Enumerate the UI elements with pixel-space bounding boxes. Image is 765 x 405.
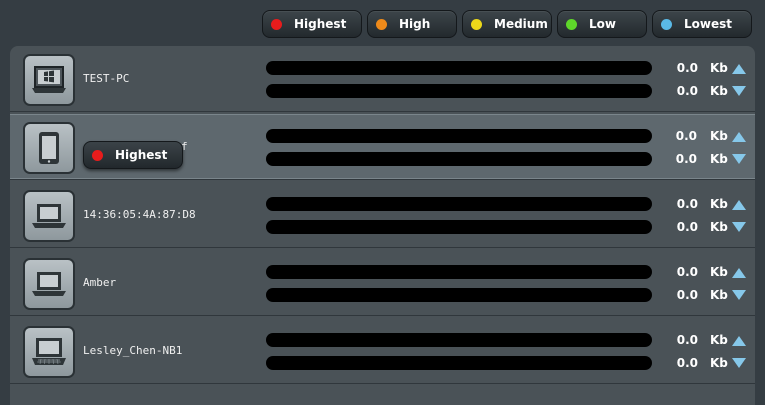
upload-unit: Kb xyxy=(710,265,728,279)
download-bar xyxy=(266,220,652,234)
priority-dot-icon xyxy=(471,18,482,30)
upload-bar xyxy=(266,61,652,75)
download-unit: Kb xyxy=(710,288,728,302)
download-arrow-icon xyxy=(732,222,746,232)
upload-value: 0.0 xyxy=(676,265,698,279)
priority-dot-icon xyxy=(661,18,672,30)
legend-label: Highest xyxy=(294,17,347,31)
upload-bar xyxy=(266,265,652,279)
upload-unit: Kb xyxy=(710,333,728,347)
upload-unit: Kb xyxy=(710,197,728,211)
upload-arrow-icon xyxy=(732,132,746,142)
legend-label: Lowest xyxy=(684,17,732,31)
download-unit: Kb xyxy=(710,152,728,166)
download-unit: Kb xyxy=(710,84,728,98)
upload-value: 0.0 xyxy=(676,61,698,75)
upload-arrow-icon xyxy=(732,200,746,210)
download-value: 0.0 xyxy=(675,152,697,166)
device-row[interactable]: Lesley_Chen-NB1 0.0 Kb 0.0 Kb xyxy=(10,318,755,384)
device-name: Amber xyxy=(83,276,117,289)
download-arrow-icon xyxy=(732,290,746,300)
device-row[interactable]: Amber 0.0 Kb 0.0 Kb xyxy=(10,250,755,316)
legend-highest[interactable]: Highest xyxy=(262,10,362,38)
upload-value: 0.0 xyxy=(675,129,697,143)
legend-label: Low xyxy=(589,17,616,31)
device-list: TEST-PC 0.0 Kb 0.0 Kb f 0.0 Kb 0.0 Kb 14… xyxy=(10,46,755,405)
legend-medium[interactable]: Medium xyxy=(462,10,552,38)
upload-arrow-icon xyxy=(732,268,746,278)
download-arrow-icon xyxy=(732,358,746,368)
device-name: Lesley_Chen-NB1 xyxy=(83,344,183,357)
priority-dot-icon xyxy=(376,18,387,30)
upload-unit: Kb xyxy=(710,129,728,143)
legend-lowest[interactable]: Lowest xyxy=(652,10,752,38)
legend-label: Medium xyxy=(494,17,548,31)
upload-unit: Kb xyxy=(710,61,728,75)
download-bar xyxy=(266,288,652,302)
upload-bar xyxy=(266,197,652,211)
device-name: TEST-PC xyxy=(83,72,130,85)
priority-popup-label: Highest xyxy=(115,148,168,162)
download-bar xyxy=(266,356,652,370)
laptop-icon[interactable] xyxy=(23,190,75,242)
priority-dot-icon xyxy=(271,18,282,30)
download-value: 0.0 xyxy=(676,288,698,302)
download-arrow-icon xyxy=(732,86,746,96)
windows-pc-icon[interactable] xyxy=(23,54,75,106)
download-bar xyxy=(266,84,652,98)
priority-legend: Highest High Medium Low Lowest xyxy=(262,10,752,38)
legend-label: High xyxy=(399,17,431,31)
priority-popup-button[interactable]: Highest xyxy=(83,141,183,169)
priority-dot-icon xyxy=(566,18,577,30)
device-name: 14:36:05:4A:87:D8 xyxy=(83,208,196,221)
legend-high[interactable]: High xyxy=(367,10,457,38)
legend-low[interactable]: Low xyxy=(557,10,647,38)
tablet-icon[interactable] xyxy=(23,122,75,174)
device-row[interactable]: TEST-PC 0.0 Kb 0.0 Kb xyxy=(10,46,755,112)
download-value: 0.0 xyxy=(676,84,698,98)
laptop-icon[interactable] xyxy=(23,258,75,310)
download-unit: Kb xyxy=(710,356,728,370)
priority-dot-icon xyxy=(92,149,103,161)
download-arrow-icon xyxy=(732,154,746,164)
upload-bar xyxy=(266,129,652,143)
device-row[interactable]: 14:36:05:4A:87:D8 0.0 Kb 0.0 Kb xyxy=(10,182,755,248)
download-unit: Kb xyxy=(710,220,728,234)
download-value: 0.0 xyxy=(676,220,698,234)
upload-value: 0.0 xyxy=(676,197,698,211)
download-value: 0.0 xyxy=(676,356,698,370)
upload-arrow-icon xyxy=(732,64,746,74)
notebook-icon[interactable] xyxy=(23,326,75,378)
upload-bar xyxy=(266,333,652,347)
upload-value: 0.0 xyxy=(676,333,698,347)
download-bar xyxy=(266,152,652,166)
upload-arrow-icon xyxy=(732,336,746,346)
